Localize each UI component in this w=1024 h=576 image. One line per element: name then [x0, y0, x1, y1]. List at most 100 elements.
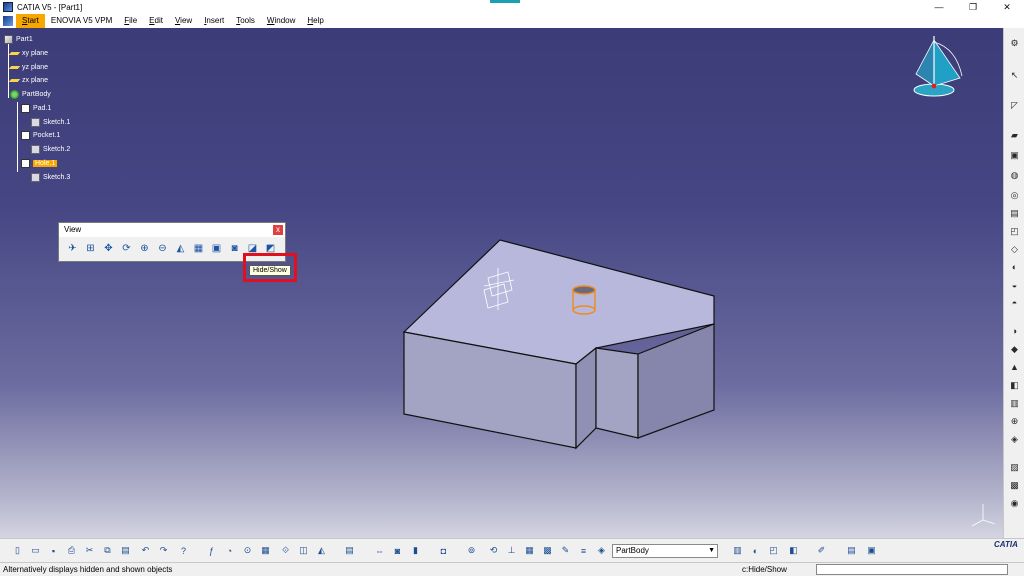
view-toolbar-close-button[interactable]: x	[273, 225, 283, 235]
sketcher-icon[interactable]: ⚙	[1007, 36, 1022, 50]
parameter-icon[interactable]: ≡	[576, 543, 591, 558]
split-icon[interactable]: ◧	[1007, 378, 1022, 392]
right-face[interactable]	[637, 323, 715, 439]
thickness-icon[interactable]: ◆	[1007, 342, 1022, 356]
shading-icon[interactable]: ◐	[748, 543, 763, 558]
graph-tree-icon[interactable]: ⟐	[278, 543, 293, 558]
capture-icon[interactable]: ◘	[436, 543, 451, 558]
shaft-icon[interactable]: ◍	[1007, 168, 1022, 182]
rotate-icon[interactable]: ⟳	[119, 241, 134, 256]
menu-file[interactable]: File	[118, 14, 143, 28]
boolean-ops-icon[interactable]: ◭	[314, 543, 329, 558]
3d-viewport[interactable]: Part1 xy plane yz plane zx plane PartBod…	[0, 28, 1003, 538]
properties-icon[interactable]: ▣	[864, 543, 879, 558]
edges-icon[interactable]: ◰	[766, 543, 781, 558]
body-icon[interactable]: ◈	[594, 543, 609, 558]
thread-icon[interactable]: ▲	[1007, 360, 1022, 374]
paste-icon[interactable]: ▤	[118, 543, 133, 558]
comment-icon[interactable]: ⊙	[240, 543, 255, 558]
pan-icon[interactable]: ✥	[101, 241, 116, 256]
menu-start[interactable]: Start	[16, 14, 45, 28]
command-input[interactable]	[816, 564, 1008, 575]
paint-icon[interactable]: ✐	[814, 543, 829, 558]
print-icon[interactable]: ⎙	[64, 543, 79, 558]
chamfer-icon[interactable]: ◒	[1007, 278, 1022, 292]
help-icon[interactable]: ?	[176, 543, 191, 558]
redo-icon[interactable]: ↷	[156, 543, 171, 558]
pocket-icon[interactable]: ▣	[1007, 148, 1022, 162]
compass-reset-icon[interactable]: ⊚	[464, 543, 479, 558]
part-geometry[interactable]	[0, 28, 1003, 538]
constraint-icon[interactable]: ✎	[558, 543, 573, 558]
update-icon[interactable]: ⇔	[372, 543, 387, 558]
hole-icon[interactable]: ◎	[1007, 188, 1022, 202]
menu-view[interactable]: View	[169, 14, 198, 28]
select-icon[interactable]: ↖	[1007, 68, 1022, 82]
chevron-down-icon: ▼	[708, 547, 715, 554]
measure-item-icon[interactable]: ▮	[408, 543, 423, 558]
menu-insert[interactable]: Insert	[198, 14, 230, 28]
menu-enovia[interactable]: ENOVIA V5 VPM	[45, 14, 118, 28]
new-file-icon[interactable]: ▯	[10, 543, 25, 558]
snap-icon[interactable]: ▩	[540, 543, 555, 558]
layers-icon[interactable]: ▤	[844, 543, 859, 558]
current-body-select[interactable]: PartBody ▼	[612, 544, 718, 558]
annotation-icon[interactable]: ◉	[1007, 496, 1022, 510]
part-design-icon[interactable]: ◫	[296, 543, 311, 558]
hole-top[interactable]	[572, 285, 596, 295]
view-toolbar-title[interactable]: View	[59, 223, 285, 237]
cut-icon[interactable]: ✂	[82, 543, 97, 558]
menu-help[interactable]: Help	[301, 14, 329, 28]
measure-between-icon[interactable]: ◙	[390, 543, 405, 558]
analysis-icon[interactable]: ▩	[1007, 478, 1022, 492]
compass-icon[interactable]	[912, 34, 968, 100]
formula-icon[interactable]: ƒ	[204, 543, 219, 558]
step-face[interactable]	[575, 346, 597, 450]
draft-icon[interactable]: ◓	[1007, 296, 1022, 310]
texture-icon[interactable]: ▥	[730, 543, 745, 558]
mini-axes-icon	[971, 504, 996, 527]
iso-view-icon[interactable]: ▣	[209, 241, 224, 256]
insert-body-icon[interactable]: ▤	[342, 543, 357, 558]
zoom-out-icon[interactable]: ⊖	[155, 241, 170, 256]
status-message: Alternatively displays hidden and shown …	[3, 565, 173, 574]
undo-icon[interactable]: ↶	[138, 543, 153, 558]
measure-icon[interactable]: ◈	[1007, 432, 1022, 446]
right-toolbar: ⚙ ↖ ◸ ▰ ▣ ◍ ◎ ▤ ◰ ◇ ◐ ◒ ◓ ◑ ◆ ▲ ◧ ▥ ⊕ ◈ …	[1003, 28, 1024, 538]
fly-mode-icon[interactable]: ✈	[65, 241, 80, 256]
document-menu-icon[interactable]	[3, 16, 13, 26]
rotate-view-icon[interactable]: ⟲	[486, 543, 501, 558]
window-controls: — ❐ ✕	[922, 0, 1024, 14]
axis-icon[interactable]: ⊥	[504, 543, 519, 558]
multi-view-icon[interactable]: ▦	[191, 241, 206, 256]
zoom-in-icon[interactable]: ⊕	[137, 241, 152, 256]
reference-element-icon[interactable]: ⊕	[1007, 414, 1022, 428]
pad-icon[interactable]: ▰	[1007, 128, 1022, 142]
close-button[interactable]: ✕	[990, 0, 1024, 14]
restore-button[interactable]: ❐	[956, 0, 990, 14]
rib-icon[interactable]: ▤	[1007, 206, 1022, 220]
fit-all-icon[interactable]: ⊞	[83, 241, 98, 256]
catalog-icon[interactable]: ▦	[258, 543, 273, 558]
menu-edit[interactable]: Edit	[143, 14, 169, 28]
fillet-icon[interactable]: ◐	[1007, 260, 1022, 274]
grid-icon[interactable]: ▦	[522, 543, 537, 558]
slot-icon[interactable]: ◰	[1007, 224, 1022, 238]
material-icon[interactable]: ◧	[786, 543, 801, 558]
minimize-button[interactable]: —	[922, 0, 956, 14]
mirror-icon[interactable]: ▥	[1007, 396, 1022, 410]
sketch-icon[interactable]: ◸	[1007, 98, 1022, 112]
save-icon[interactable]: ▪	[46, 543, 61, 558]
normal-view-icon[interactable]: ◭	[173, 241, 188, 256]
menu-tools[interactable]: Tools	[230, 14, 261, 28]
open-file-icon[interactable]: ▭	[28, 543, 43, 558]
apply-material-icon[interactable]: ▨	[1007, 460, 1022, 474]
menu-window[interactable]: Window	[261, 14, 301, 28]
shell-icon[interactable]: ◑	[1007, 324, 1022, 338]
render-style-icon[interactable]: ◙	[227, 241, 242, 256]
loft-icon[interactable]: ◇	[1007, 242, 1022, 256]
status-bar: Alternatively displays hidden and shown …	[0, 562, 1024, 576]
pocket-front-face[interactable]	[595, 347, 639, 439]
knowledge-icon[interactable]: ◔	[222, 543, 237, 558]
copy-icon[interactable]: ⧉	[100, 543, 115, 558]
